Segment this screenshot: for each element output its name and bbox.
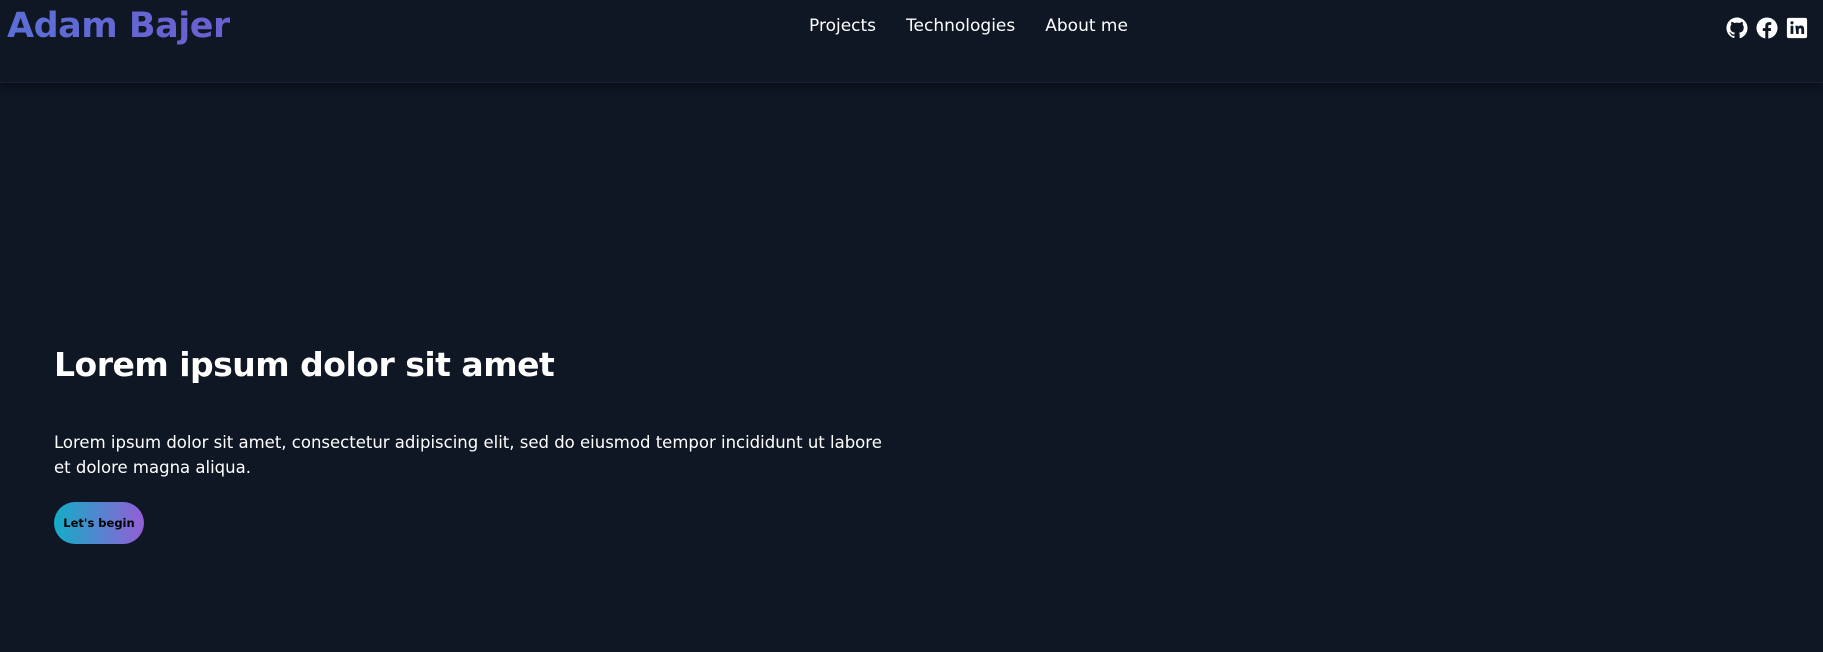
site-logo[interactable]: Adam Bajer [7,6,230,46]
github-icon[interactable] [1726,17,1748,39]
nav-link-about-me[interactable]: About me [1045,16,1128,36]
linkedin-icon[interactable] [1786,17,1808,39]
facebook-icon[interactable] [1756,17,1778,39]
nav-link-projects[interactable]: Projects [809,16,876,36]
page: Adam Bajer Projects Technologies About m… [0,0,1823,652]
navbar: Adam Bajer Projects Technologies About m… [0,0,1823,83]
nav-link-technologies[interactable]: Technologies [906,16,1015,36]
hero-section: Lorem ipsum dolor sit amet Lorem ipsum d… [54,345,894,544]
hero-description: Lorem ipsum dolor sit amet, consectetur … [54,433,882,477]
lets-begin-button[interactable]: Let's begin [54,502,144,544]
hero-title: Lorem ipsum dolor sit amet [54,345,555,384]
main-nav: Projects Technologies About me [809,16,1128,36]
social-links [1726,17,1808,39]
